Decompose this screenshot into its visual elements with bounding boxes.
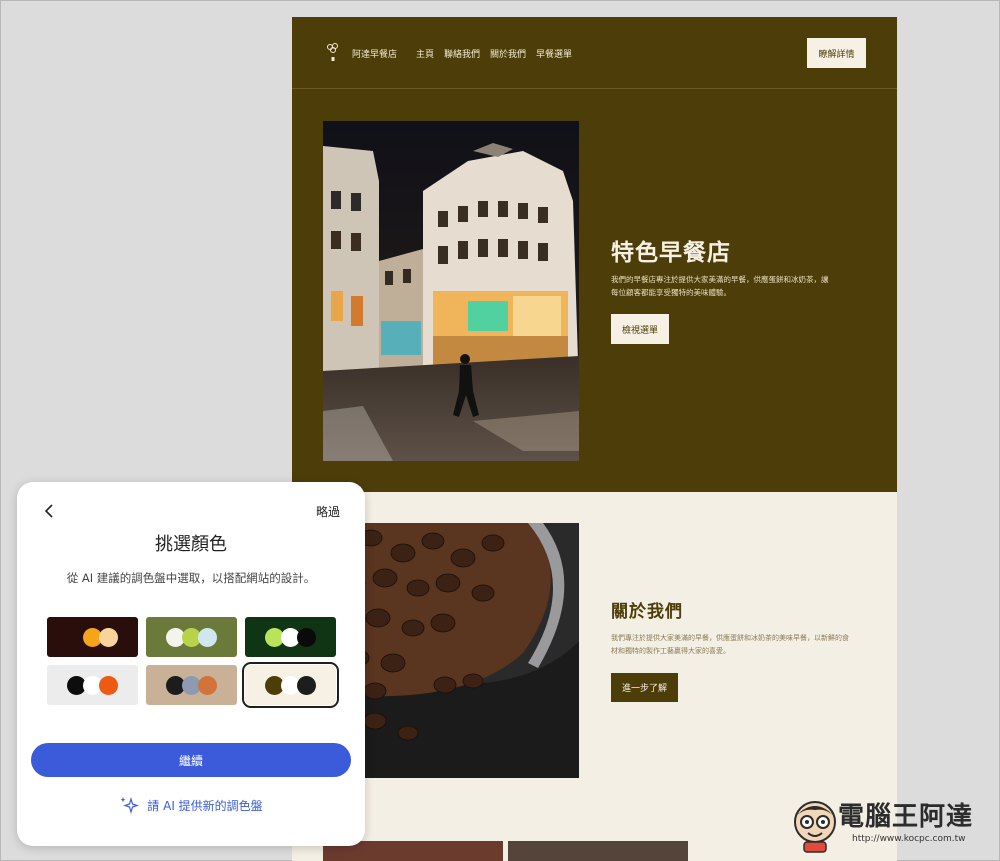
palette-swatch[interactable] bbox=[242, 662, 339, 708]
palette-color-dot bbox=[297, 675, 316, 695]
palette-swatch[interactable] bbox=[146, 665, 237, 705]
hero-section: 特色早餐店 我們的早餐店專注於提供大家美滿的早餐，供應蛋餅和冰奶茶，讓每位顧客都… bbox=[292, 89, 897, 492]
palette-color-dots bbox=[265, 675, 316, 695]
palette-swatch[interactable] bbox=[146, 617, 237, 657]
palette-color-dot bbox=[99, 675, 118, 695]
watermark-text: 電腦王阿達 bbox=[838, 802, 974, 832]
palette-color-dots bbox=[166, 627, 217, 647]
palette-color-dots bbox=[67, 675, 118, 695]
palette-color-dot bbox=[198, 675, 217, 695]
coffee-cup-logo-icon bbox=[327, 43, 338, 61]
palette-color-dots bbox=[166, 675, 217, 695]
website-preview: 阿達早餐店 主頁 聯絡我們 關於我們 早餐選單 瞭解詳情 特色早餐店 我們的早餐… bbox=[292, 17, 897, 861]
site-brand[interactable]: 阿達早餐店 bbox=[352, 47, 397, 60]
view-menu-button[interactable]: 檢視選單 bbox=[611, 314, 669, 344]
hero-description: 我們的早餐店專注於提供大家美滿的早餐，供應蛋餅和冰奶茶，讓每位顧客都能享受獨特的… bbox=[611, 275, 829, 297]
ai-new-palette-link[interactable]: 請 AI 提供新的調色盤 bbox=[17, 796, 365, 814]
learn-more-button[interactable]: 進一步了解 bbox=[611, 673, 678, 702]
color-picker-panel: 略過 挑選顏色 從 AI 建議的調色盤中選取，以搭配網站的設計。 繼續 請 AI… bbox=[17, 482, 365, 846]
palette-color-dots bbox=[67, 627, 118, 647]
about-description: 我們專注於提供大家美滿的早餐，供應蛋餅和冰奶茶的美味早餐，以新鮮的食材和獨特的製… bbox=[611, 634, 849, 655]
nav-item-about[interactable]: 關於我們 bbox=[490, 47, 526, 60]
panel-title: 挑選顏色 bbox=[155, 534, 227, 555]
palette-color-dots bbox=[265, 627, 316, 647]
continue-button[interactable]: 繼續 bbox=[31, 743, 351, 777]
mascot-logo-icon bbox=[794, 801, 836, 853]
back-button[interactable] bbox=[41, 502, 57, 520]
skip-button[interactable]: 略過 bbox=[316, 503, 340, 520]
palette-swatch[interactable] bbox=[245, 617, 336, 657]
about-title: 關於我們 bbox=[611, 602, 683, 622]
palette-swatch[interactable] bbox=[47, 617, 138, 657]
ai-link-label: 請 AI 提供新的調色盤 bbox=[147, 798, 263, 813]
learn-more-header-button[interactable]: 瞭解詳情 bbox=[807, 38, 866, 68]
hero-title: 特色早餐店 bbox=[611, 240, 731, 266]
palette-color-dot bbox=[99, 627, 118, 647]
palette-swatch[interactable] bbox=[47, 665, 138, 705]
chevron-left-icon bbox=[44, 504, 53, 518]
panel-subtitle: 從 AI 建議的調色盤中選取，以搭配網站的設計。 bbox=[66, 571, 316, 585]
sparkle-icon bbox=[120, 796, 140, 814]
palette-color-dot bbox=[198, 627, 217, 647]
nav-item-home[interactable]: 主頁 bbox=[416, 47, 434, 60]
hero-street-photo bbox=[323, 121, 579, 461]
nav-item-contact[interactable]: 聯絡我們 bbox=[444, 47, 480, 60]
palette-color-dot bbox=[297, 627, 316, 647]
site-nav: 主頁 聯絡我們 關於我們 早餐選單 bbox=[416, 47, 572, 60]
gallery-thumb bbox=[508, 841, 688, 861]
watermark: 電腦王阿達 http://www.kocpc.com.tw bbox=[790, 796, 990, 856]
nav-item-menu[interactable]: 早餐選單 bbox=[536, 47, 572, 60]
watermark-url: http://www.kocpc.com.tw bbox=[852, 834, 966, 844]
site-header: 阿達早餐店 主頁 聯絡我們 關於我們 早餐選單 瞭解詳情 bbox=[292, 17, 897, 89]
